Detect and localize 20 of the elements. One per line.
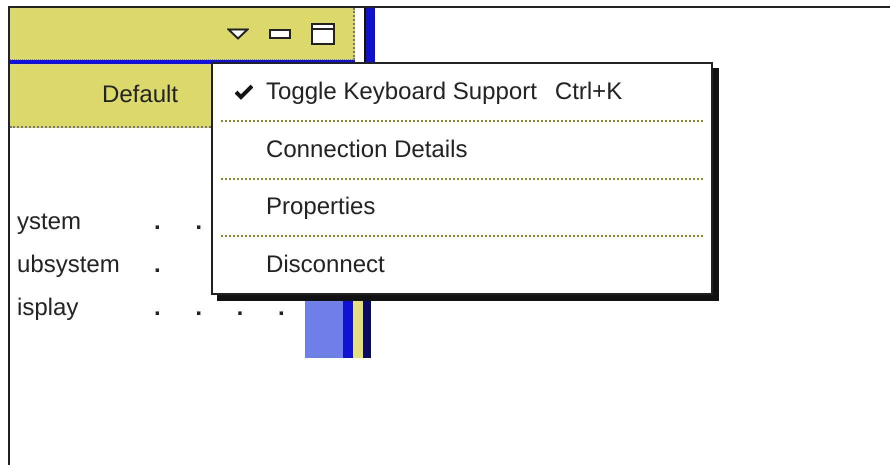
leader-dots: . bbox=[154, 250, 161, 278]
menu-item[interactable]: Properties bbox=[221, 180, 703, 236]
menu-item-label: Toggle Keyboard Support bbox=[266, 78, 537, 106]
menu-item[interactable]: Disconnect bbox=[221, 237, 703, 293]
maximize-icon[interactable] bbox=[311, 22, 335, 44]
menu-item[interactable]: Connection Details bbox=[221, 122, 703, 178]
shortcut-label: Ctrl+K bbox=[554, 78, 622, 106]
menu-item-label: Disconnect bbox=[266, 251, 385, 280]
list-item-label: ubsystem bbox=[16, 250, 121, 278]
leader-dots: . . . . bbox=[154, 294, 285, 322]
menu-item-label: Properties bbox=[266, 193, 376, 222]
list-item-label: ystem bbox=[16, 208, 82, 236]
dropdown-triangle-icon[interactable] bbox=[227, 28, 249, 40]
tab-label[interactable]: Default bbox=[102, 81, 178, 109]
minimize-icon[interactable] bbox=[269, 28, 291, 38]
menu-item[interactable]: Toggle Keyboard Support Ctrl+K bbox=[221, 64, 703, 120]
leader-dots: . . bbox=[154, 208, 202, 236]
list-item-label: isplay bbox=[16, 294, 80, 322]
menu-item-label: Connection Details bbox=[266, 136, 468, 164]
view-border-bar bbox=[364, 8, 375, 64]
